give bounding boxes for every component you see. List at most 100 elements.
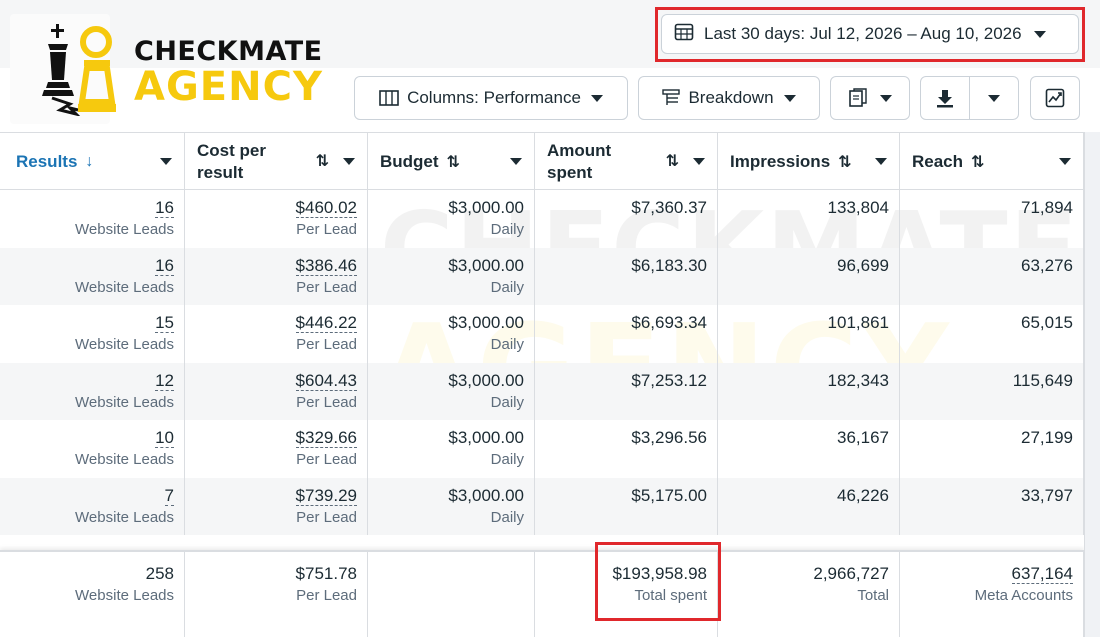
columns-button[interactable]: Columns: Performance xyxy=(354,76,628,120)
impressions-text: 133,804 xyxy=(827,198,889,217)
download-options-button[interactable] xyxy=(969,76,1019,120)
total-results-cell: 258 Website Leads xyxy=(0,552,185,637)
download-button[interactable] xyxy=(920,76,970,120)
amount-cell: $3,296.56 xyxy=(535,420,718,478)
chevron-down-icon xyxy=(510,158,522,165)
breakdown-button[interactable]: Breakdown xyxy=(638,76,820,120)
budget-cell: $3,000.00 Daily xyxy=(368,247,535,305)
results-text[interactable]: 16 xyxy=(155,198,174,218)
column-header-budget[interactable]: Budget ⇅ xyxy=(368,133,535,190)
cost-text[interactable]: $739.29 xyxy=(295,485,357,506)
budget-text: $3,000.00 xyxy=(448,313,524,332)
table-row[interactable]: 15 Website Leads $446.22 Per Lead $3,000.00 D… xyxy=(0,305,1084,363)
calendar-icon xyxy=(674,22,694,47)
cost-value[interactable]: $329.66 xyxy=(185,428,357,448)
results-value[interactable]: 15 xyxy=(0,313,174,333)
amount-value: $5,175.00 xyxy=(535,486,707,506)
vertical-scrollbar[interactable] xyxy=(1084,132,1100,637)
column-header-results[interactable]: Results ↓ xyxy=(0,133,185,190)
results-value[interactable]: 10 xyxy=(0,428,174,448)
column-header-cost[interactable]: Cost per result ⇅ xyxy=(185,133,368,190)
chart-button[interactable] xyxy=(1030,76,1080,120)
impressions-cell: 96,699 xyxy=(718,247,900,305)
results-text[interactable]: 10 xyxy=(155,428,174,448)
reports-icon xyxy=(848,88,868,108)
cost-sub: Per Lead xyxy=(296,393,357,411)
chess-pieces-icon xyxy=(42,24,116,116)
reach-value: 33,797 xyxy=(900,486,1073,506)
reach-text: 65,015 xyxy=(1021,313,1073,332)
sort-arrow-icon: ⇅ xyxy=(665,153,679,170)
budget-value: $3,000.00 xyxy=(368,486,524,506)
reach-value: 63,276 xyxy=(900,256,1073,276)
chevron-down-icon xyxy=(1033,30,1046,38)
top-toolbar: CHECKMATE AGENCY Last 30 days: Jul 12, 2… xyxy=(0,0,1100,132)
cost-cell: $739.29 Per Lead xyxy=(185,477,368,535)
cost-value[interactable]: $386.46 xyxy=(185,255,357,276)
cost-text[interactable]: $460.02 xyxy=(295,198,357,218)
cost-value[interactable]: $739.29 xyxy=(185,485,357,506)
total-reach-link[interactable]: 637,164 xyxy=(1011,564,1073,584)
column-header-impressions[interactable]: Impressions ⇅ xyxy=(718,133,900,190)
budget-value: $3,000.00 xyxy=(368,313,524,333)
cost-value[interactable]: $446.22 xyxy=(185,313,357,333)
table-row[interactable]: 16 Website Leads $460.02 Per Lead $3,000.00 D… xyxy=(0,190,1084,248)
table-body: 16 Website Leads $460.02 Per Lead $3,000.00 D… xyxy=(0,190,1084,546)
column-header-reach[interactable]: Reach ⇅ xyxy=(900,133,1084,190)
total-amount-sub: Total spent xyxy=(634,587,707,604)
table-row[interactable]: 7 Website Leads $739.29 Per Lead $3,000.00 Da… xyxy=(0,477,1084,535)
cost-text[interactable]: $329.66 xyxy=(295,428,357,448)
budget-cell: $3,000.00 Daily xyxy=(368,362,535,420)
total-results-value: 258 xyxy=(145,564,174,583)
amount-cell: $6,693.34 xyxy=(535,305,718,363)
amount-value: $6,183.30 xyxy=(535,256,707,276)
total-reach-value[interactable]: 637,164 xyxy=(900,564,1073,584)
results-sub: Website Leads xyxy=(75,508,174,526)
cost-value[interactable]: $604.43 xyxy=(185,370,357,391)
total-budget-cell xyxy=(368,552,535,637)
budget-cell: $3,000.00 Daily xyxy=(368,305,535,363)
header-label: Cost per xyxy=(197,140,266,160)
results-cell: 7 Website Leads xyxy=(0,477,185,535)
results-text[interactable]: 12 xyxy=(155,370,174,391)
budget-sub: Daily xyxy=(490,393,524,411)
cost-sub: Per Lead xyxy=(296,451,357,468)
reach-value: 71,894 xyxy=(900,198,1073,218)
cost-text[interactable]: $604.43 xyxy=(295,370,357,391)
impressions-text: 46,226 xyxy=(837,485,889,505)
table-row[interactable]: 12 Website Leads $604.43 Per Lead $3,000.00 D… xyxy=(0,362,1084,420)
column-header-amount[interactable]: Amount spent ⇅ xyxy=(535,133,718,190)
results-value[interactable]: 7 xyxy=(0,485,174,506)
header-label: Impressions xyxy=(730,151,831,171)
chevron-down-icon xyxy=(1059,158,1071,165)
results-text[interactable]: 7 xyxy=(164,485,174,506)
cost-text[interactable]: $386.46 xyxy=(295,255,357,276)
table-row[interactable]: 10 Website Leads $329.66 Per Lead $3,000.00 D… xyxy=(0,420,1084,478)
brand-name-line1: CHECKMATE xyxy=(134,36,323,67)
reach-text: 63,276 xyxy=(1021,255,1073,275)
impressions-text: 182,343 xyxy=(827,370,889,390)
impressions-value: 96,699 xyxy=(718,256,889,276)
budget-sub: Daily xyxy=(490,508,524,526)
results-text[interactable]: 15 xyxy=(155,313,174,333)
budget-sub: Daily xyxy=(490,221,524,238)
results-value[interactable]: 16 xyxy=(0,198,174,218)
cost-cell: $604.43 Per Lead xyxy=(185,362,368,420)
results-text[interactable]: 16 xyxy=(155,255,174,276)
table-totals-row: 258 Website Leads $751.78 Per Lead $193,… xyxy=(0,550,1084,637)
impressions-text: 101,861 xyxy=(827,313,889,332)
results-cell: 16 Website Leads xyxy=(0,247,185,305)
reach-value: 27,199 xyxy=(900,428,1073,448)
budget-cell: $3,000.00 Daily xyxy=(368,190,535,248)
cost-value[interactable]: $460.02 xyxy=(185,198,357,218)
results-value[interactable]: 16 xyxy=(0,255,174,276)
cost-text[interactable]: $446.22 xyxy=(295,313,357,333)
date-range-button[interactable]: Last 30 days: Jul 12, 2026 – Aug 10, 202… xyxy=(661,14,1079,54)
reports-button[interactable] xyxy=(830,76,910,120)
results-value[interactable]: 12 xyxy=(0,370,174,391)
amount-value: $3,296.56 xyxy=(535,428,707,448)
sort-arrow-icon: ⇅ xyxy=(446,153,460,171)
breakdown-label: Breakdown xyxy=(688,88,774,107)
impressions-text: 96,699 xyxy=(837,255,889,275)
table-row[interactable]: 16 Website Leads $386.46 Per Lead $3,000.00 D… xyxy=(0,247,1084,305)
